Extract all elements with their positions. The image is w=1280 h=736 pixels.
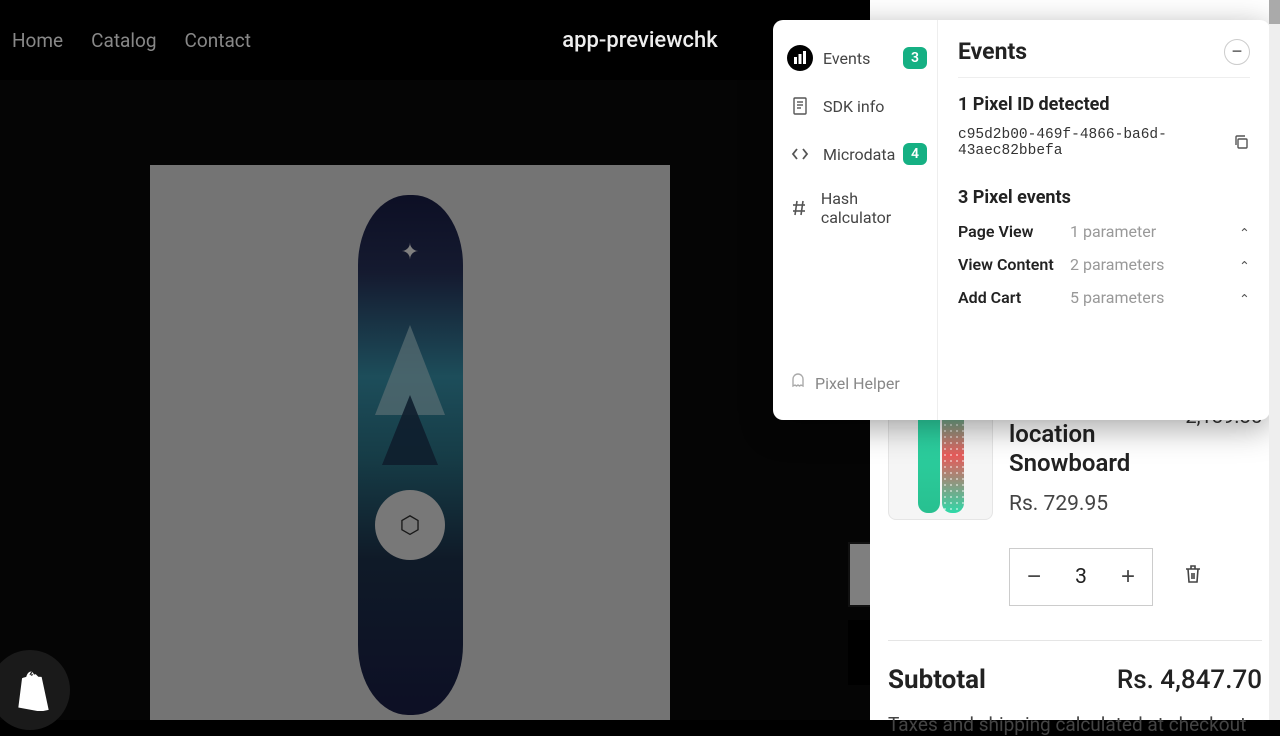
event-row-addcart[interactable]: Add Cart 5 parameters ⌄ — [958, 288, 1250, 307]
subtotal-label: Subtotal — [888, 665, 986, 695]
sidebar-item-label: Events — [823, 49, 870, 68]
event-name: Add Cart — [958, 288, 1070, 307]
hash-icon — [787, 195, 811, 221]
document-icon — [787, 93, 813, 119]
chevron-down-icon: ⌄ — [1239, 257, 1250, 272]
pixel-id: c95d2b00-469f-4866-ba6d-43aec82bbefa — [958, 127, 1232, 159]
quantity-stepper: − 3 + — [1009, 548, 1153, 606]
popup-main: Events − 1 Pixel ID detected c95d2b00-46… — [938, 20, 1270, 420]
sidebar-item-hash[interactable]: Hash calculator — [773, 178, 937, 238]
pixel-helper-popup: Events 3 SDK info Microdata 4 Hash calcu… — [773, 20, 1270, 420]
microdata-badge: 4 — [903, 143, 927, 165]
site-brand: app-previewchk — [562, 28, 717, 53]
code-icon — [787, 141, 813, 167]
events-badge: 3 — [903, 47, 927, 69]
nav-catalog[interactable]: Catalog — [91, 29, 156, 52]
ghost-icon — [789, 372, 807, 394]
scrollbar-thumb[interactable] — [1269, 0, 1280, 24]
event-params: 5 parameters — [1070, 288, 1239, 307]
divider — [888, 640, 1262, 641]
copy-icon[interactable] — [1232, 133, 1250, 153]
sidebar-item-events[interactable]: Events 3 — [773, 34, 937, 82]
tax-note: Taxes and shipping calculated at checkou… — [888, 713, 1262, 736]
bar-chart-icon — [787, 45, 813, 71]
pixel-detected-heading: 1 Pixel ID detected — [958, 94, 1250, 115]
nav: Home Catalog Contact — [12, 29, 251, 52]
increase-button[interactable]: + — [1104, 548, 1152, 606]
nav-home[interactable]: Home — [12, 29, 63, 52]
nav-contact[interactable]: Contact — [185, 29, 251, 52]
item-unit-price: Rs. 729.95 — [1009, 492, 1262, 516]
chevron-down-icon: ⌄ — [1239, 290, 1250, 305]
item-title: location Snowboard — [1009, 420, 1262, 478]
subtotal-value: Rs. 4,847.70 — [1117, 665, 1262, 695]
sidebar-item-label: Microdata — [823, 145, 895, 164]
popup-sidebar: Events 3 SDK info Microdata 4 Hash calcu… — [773, 20, 938, 420]
minimize-button[interactable]: − — [1224, 39, 1250, 65]
sidebar-item-microdata[interactable]: Microdata 4 — [773, 130, 937, 178]
divider — [958, 77, 1250, 78]
event-params: 1 parameter — [1070, 222, 1239, 241]
event-name: Page View — [958, 222, 1070, 241]
sidebar-item-label: Hash calculator — [821, 189, 923, 227]
event-name: View Content — [958, 255, 1070, 274]
popup-title: Events — [958, 38, 1027, 65]
popup-footer: Pixel Helper — [773, 360, 937, 406]
event-params: 2 parameters — [1070, 255, 1239, 274]
sidebar-item-sdk[interactable]: SDK info — [773, 82, 937, 130]
trash-icon[interactable] — [1183, 563, 1203, 591]
chevron-down-icon: ⌄ — [1239, 224, 1250, 239]
decrease-button[interactable]: − — [1010, 548, 1058, 606]
sidebar-item-label: SDK info — [823, 97, 884, 116]
event-row-viewcontent[interactable]: View Content 2 parameters ⌄ — [958, 255, 1250, 274]
scrollbar-track — [1269, 0, 1280, 720]
event-row-pageview[interactable]: Page View 1 parameter ⌄ — [958, 222, 1250, 241]
pixel-events-heading: 3 Pixel events — [958, 187, 1250, 208]
quantity-value: 3 — [1058, 565, 1104, 589]
